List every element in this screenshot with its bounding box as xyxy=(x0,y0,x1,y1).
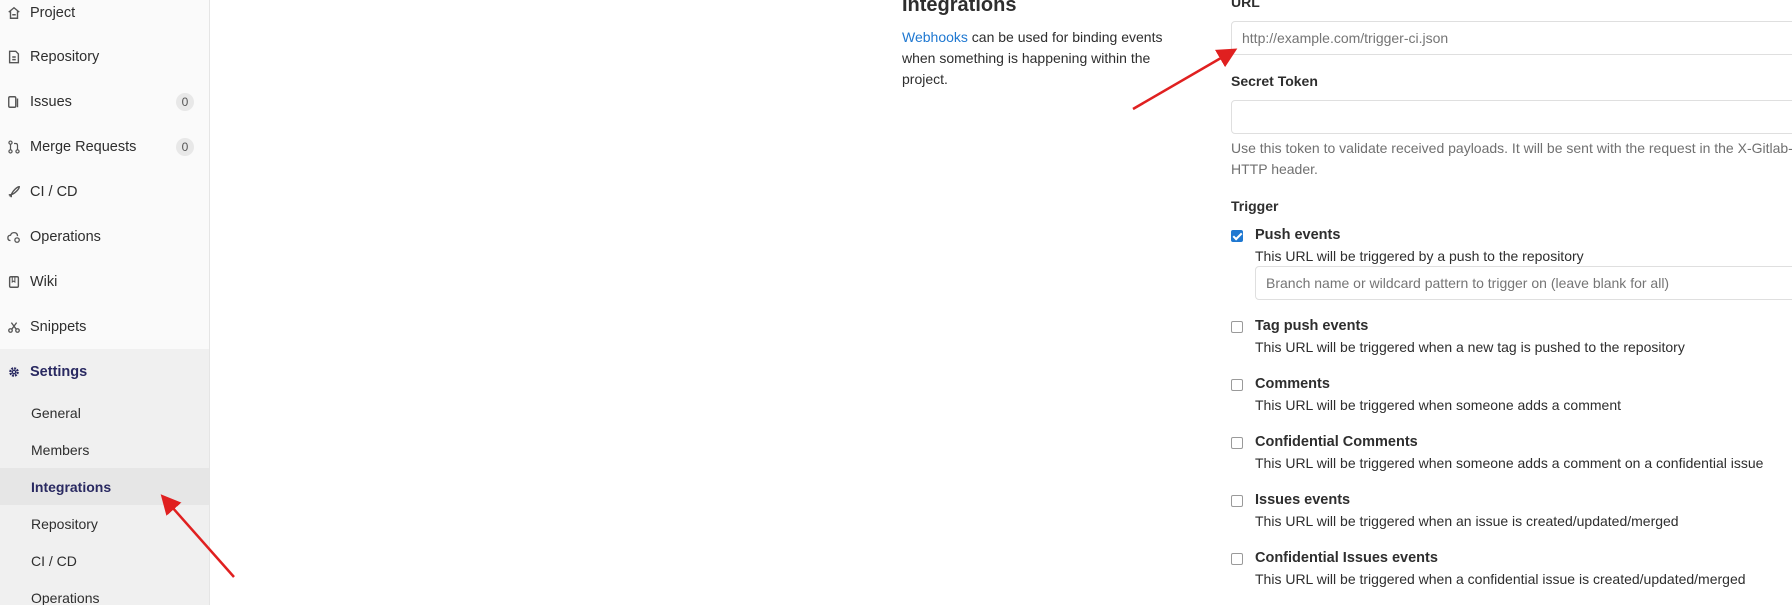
trigger-title: Issues events xyxy=(1255,492,1351,508)
book-icon xyxy=(6,274,22,290)
settings-subitem-repository[interactable]: Repository xyxy=(0,505,209,542)
issues-events-checkbox[interactable] xyxy=(1231,495,1243,507)
trigger-comments: Comments This URL will be triggered when… xyxy=(1231,376,1792,420)
sidebar-item-label: Project xyxy=(30,4,76,21)
webhooks-link[interactable]: Webhooks xyxy=(902,29,968,45)
trigger-title: Comments xyxy=(1255,376,1330,392)
sidebar-item-label: CI / CD xyxy=(30,183,78,200)
trigger-title: Tag push events xyxy=(1255,318,1369,334)
branch-filter-input[interactable] xyxy=(1255,266,1792,300)
trigger-description: This URL will be triggered when a confid… xyxy=(1255,571,1746,587)
secret-token-help: Use this token to validate received payl… xyxy=(1231,140,1792,177)
trigger-label: Trigger xyxy=(1231,198,1279,214)
confidential-comments-checkbox[interactable] xyxy=(1231,437,1243,449)
sidebar-item-label: Settings xyxy=(30,363,88,380)
settings-subitem-integrations[interactable]: Integrations xyxy=(0,468,209,505)
trigger-title: Push events xyxy=(1255,227,1341,243)
sidebar-item-merge-requests[interactable]: Merge Requests 0 xyxy=(0,124,209,169)
trigger-title: Confidential Comments xyxy=(1255,434,1418,450)
trigger-issues-events: Issues events This URL will be triggered… xyxy=(1231,492,1792,536)
confidential-issues-events-checkbox[interactable] xyxy=(1231,553,1243,565)
trigger-description: This URL will be triggered when an issue… xyxy=(1255,513,1679,529)
merge-requests-count-badge: 0 xyxy=(176,137,194,156)
sidebar-item-snippets[interactable]: Snippets xyxy=(0,304,209,349)
repository-icon xyxy=(6,49,22,65)
trigger-push-events: Push events This URL will be triggered b… xyxy=(1231,227,1792,271)
rocket-icon xyxy=(6,184,22,200)
sidebar-item-project[interactable]: Project xyxy=(0,0,209,35)
trigger-title: Confidential Issues events xyxy=(1255,550,1438,566)
cloud-gear-icon xyxy=(6,229,22,245)
trigger-description: This URL will be triggered by a push to … xyxy=(1255,248,1584,264)
trigger-confidential-issues-events: Confidential Issues events This URL will… xyxy=(1231,550,1792,594)
sidebar-item-label: Snippets xyxy=(30,318,87,335)
settings-subitem-ci-cd[interactable]: CI / CD xyxy=(0,542,209,579)
secret-token-input[interactable] xyxy=(1231,100,1792,134)
url-label: URL xyxy=(1231,0,1260,10)
sidebar-item-issues[interactable]: Issues 0 xyxy=(0,79,209,124)
comments-checkbox[interactable] xyxy=(1231,379,1243,391)
settings-subitem-general[interactable]: General xyxy=(0,394,209,431)
secret-token-label: Secret Token xyxy=(1231,73,1318,89)
trigger-description: This URL will be triggered when a new ta… xyxy=(1255,339,1685,355)
sidebar-item-repository[interactable]: Repository xyxy=(0,34,209,79)
settings-subitem-operations[interactable]: Operations xyxy=(0,579,209,605)
sidebar-item-label: Issues xyxy=(30,93,72,110)
merge-request-icon xyxy=(6,139,22,155)
project-icon xyxy=(6,5,22,21)
gear-icon xyxy=(6,364,22,380)
sidebar: Project Repository Issues 0 Merge Reques… xyxy=(0,0,210,605)
sidebar-item-label: Merge Requests xyxy=(30,138,137,155)
trigger-description: This URL will be triggered when someone … xyxy=(1255,455,1764,471)
section-description: Webhooks can be used for binding events … xyxy=(902,27,1182,90)
sidebar-item-settings[interactable]: Settings xyxy=(0,349,209,394)
trigger-confidential-comments: Confidential Comments This URL will be t… xyxy=(1231,434,1792,478)
settings-subitem-members[interactable]: Members xyxy=(0,431,209,468)
scissors-icon xyxy=(6,319,22,335)
tag-push-events-checkbox[interactable] xyxy=(1231,321,1243,333)
sidebar-item-label: Wiki xyxy=(30,273,58,290)
trigger-tag-push-events: Tag push events This URL will be trigger… xyxy=(1231,318,1792,362)
sidebar-item-ci-cd[interactable]: CI / CD xyxy=(0,169,209,214)
issues-icon xyxy=(6,94,22,110)
sidebar-item-wiki[interactable]: Wiki xyxy=(0,259,209,304)
push-events-checkbox[interactable] xyxy=(1231,230,1243,242)
sidebar-item-label: Repository xyxy=(30,48,100,65)
url-input[interactable] xyxy=(1231,21,1792,55)
trigger-description: This URL will be triggered when someone … xyxy=(1255,397,1621,413)
sidebar-item-label: Operations xyxy=(30,228,101,245)
issues-count-badge: 0 xyxy=(176,92,194,111)
page-title: Integrations xyxy=(902,0,1017,16)
sidebar-item-operations[interactable]: Operations xyxy=(0,214,209,259)
